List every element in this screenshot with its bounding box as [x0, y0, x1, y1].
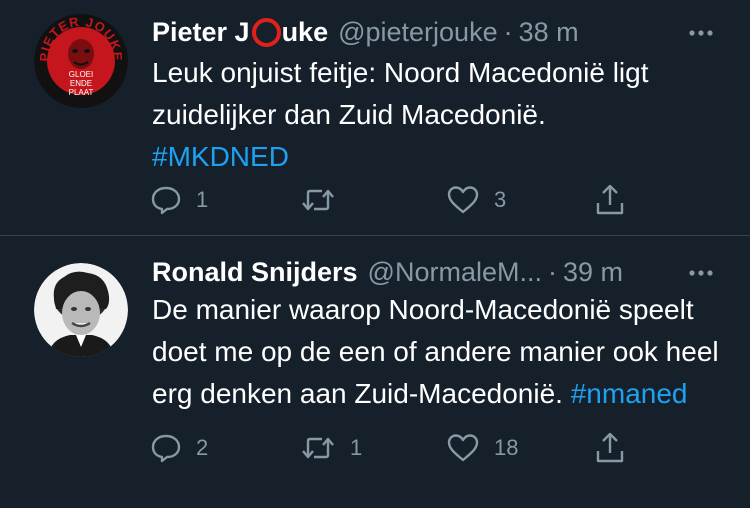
more-horizontal-icon[interactable] [686, 18, 716, 48]
username[interactable]: @NormaleM... [368, 257, 542, 288]
share-button[interactable] [594, 180, 626, 220]
avatar[interactable]: PIETER JOUKE GLOEI ENDE PLAAT [34, 14, 128, 108]
heart-icon [447, 186, 479, 214]
tweet[interactable]: PIETER JOUKE GLOEI ENDE PLAAT Pieter J u… [0, 0, 750, 236]
hashtag-link[interactable]: #nmaned [571, 378, 688, 409]
reply-icon [151, 186, 181, 215]
retweet-count: 1 [350, 435, 363, 460]
separator-dot: · [547, 256, 557, 287]
tweet-actions: 1 3 [150, 180, 650, 220]
like-button[interactable]: 18 [446, 428, 518, 468]
tweet-body: Leuk onjuist feitje: Noord Macedonië lig… [152, 57, 649, 130]
reply-count: 1 [196, 187, 209, 212]
tweet-text: Leuk onjuist feitje: Noord Macedonië lig… [152, 52, 726, 178]
reply-count: 2 [196, 435, 209, 460]
separator-dot: · [503, 16, 513, 47]
avatar-center-text-1: GLOEI [69, 70, 93, 79]
more-horizontal-icon[interactable] [686, 258, 716, 288]
share-button[interactable] [594, 428, 626, 468]
retweet-button[interactable] [300, 180, 350, 220]
avatar-center-text-3: PLAAT [69, 88, 94, 97]
display-name-part: Pieter J [152, 16, 250, 47]
like-count: 18 [494, 435, 519, 460]
tweet-header: Ronald Snijders @NormaleM... · 39 m [152, 254, 730, 290]
hashtag-link[interactable]: #MKDNED [152, 141, 289, 172]
retweet-icon [302, 437, 334, 459]
tweet[interactable]: Ronald Snijders @NormaleM... · 39 m De m… [0, 236, 750, 508]
heart-icon [447, 434, 479, 462]
display-name[interactable]: Pieter J uke [152, 17, 328, 48]
share-icon [596, 432, 624, 463]
avatar-center-text-2: ENDE [70, 79, 92, 88]
tweet-text: De manier waarop Noord-Macedonië speelt … [152, 289, 726, 415]
reply-button[interactable]: 1 [150, 180, 208, 220]
username[interactable]: @pieterjouke [338, 17, 498, 48]
red-ring-icon [251, 17, 281, 47]
display-name[interactable]: Ronald Snijders [152, 257, 358, 288]
like-button[interactable]: 3 [446, 180, 506, 220]
reply-icon [151, 434, 181, 463]
avatar[interactable] [34, 263, 128, 357]
like-count: 3 [494, 187, 507, 212]
timestamp[interactable]: 38 m [519, 17, 579, 48]
avatar-image: PIETER JOUKE GLOEI ENDE PLAAT [34, 14, 128, 108]
timestamp[interactable]: 39 m [563, 257, 623, 288]
share-icon [596, 184, 624, 215]
tweet-header: Pieter J uke @pieterjouke · 38 m [152, 14, 730, 50]
retweet-button[interactable]: 1 [300, 428, 362, 468]
display-name-part: uke [281, 16, 329, 47]
tweet-actions: 2 1 18 [150, 428, 650, 468]
reply-button[interactable]: 2 [150, 428, 208, 468]
retweet-icon [302, 189, 334, 211]
avatar-image [34, 263, 128, 357]
